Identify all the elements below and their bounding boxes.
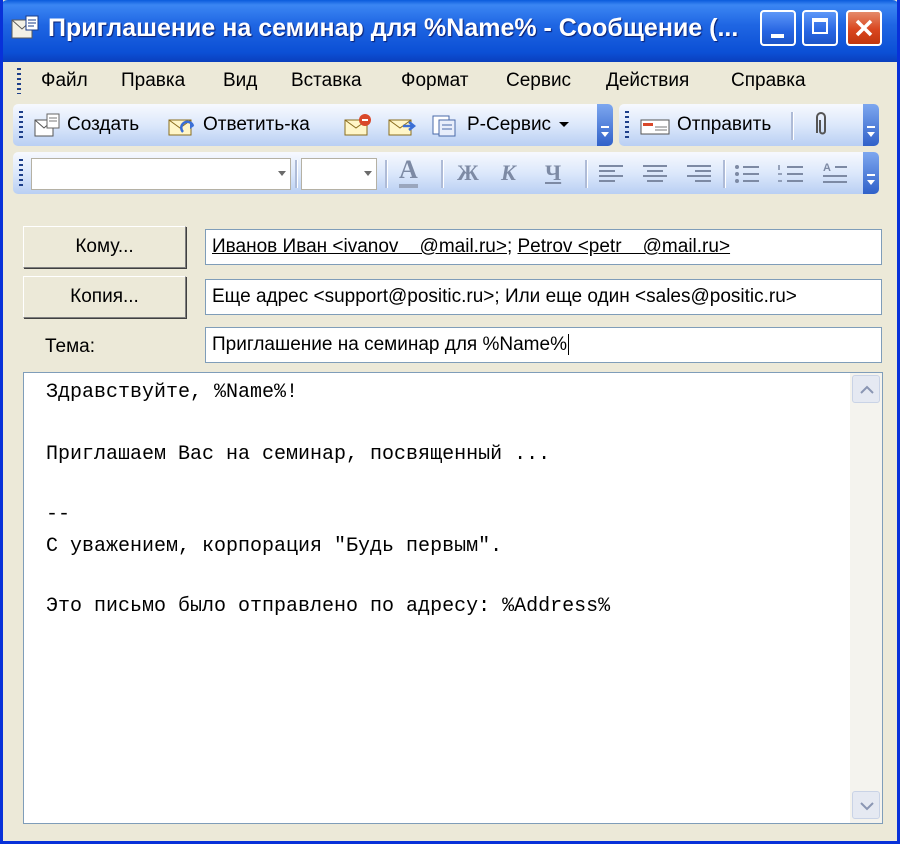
format-toolbar-chevron-icon[interactable] [863,152,879,194]
format-separator [385,160,388,188]
vertical-scrollbar[interactable] [850,373,882,823]
document-stack-icon [432,115,456,137]
message-body[interactable]: Здравствуйте, %Name%! Приглашаем Вас на … [23,372,883,824]
reply-envelope-icon [168,119,195,136]
cc-value: Еще адрес <support@positic.ru>; Или еще … [212,286,797,307]
dropdown-arrow-icon [559,122,570,127]
subject-value: Приглашение на семинар для %Name% [212,334,567,355]
paperclip-icon [816,112,826,135]
bullets-icon[interactable] [733,164,761,184]
bold-button[interactable]: Ж [457,160,479,186]
toolbar-options-chevron-icon[interactable] [597,104,613,146]
font-name-select[interactable] [31,158,291,190]
numbering-icon[interactable] [777,164,805,184]
svg-text:A: A [823,162,831,174]
font-size-arrow-icon [364,171,372,180]
subject-field[interactable]: Приглашение на семинар для %Name% [205,327,882,363]
format-separator [295,160,298,188]
menu-bar: Файл Правка Вид Вставка Формат Сервис Де… [3,62,897,100]
send-envelope-icon [640,119,670,135]
cc-button-label: Копия... [70,286,139,307]
reply-button-label: Ответить-ка [203,114,310,135]
body-line: Здравствуйте, %Name%! [46,381,299,404]
minimize-button[interactable] [760,10,796,46]
font-size-select[interactable] [301,158,377,190]
toolbar-separator [791,112,794,140]
font-name-arrow-icon [278,171,286,180]
menu-view[interactable]: Вид [223,70,257,92]
forward-button[interactable] [385,110,423,140]
standard-toolbar: Создать Ответить-ка Р-Сервис [13,104,613,146]
message-window: Приглашение на семинар для %Name% - Сооб… [0,0,900,844]
body-line: Это письмо было отправлено по адресу: %A… [46,595,611,618]
cc-field[interactable]: Еще адрес <support@positic.ru>; Или еще … [205,279,882,315]
format-separator [585,160,588,188]
menu-format[interactable]: Формат [401,70,469,92]
italic-button[interactable]: К [501,160,516,186]
body-line: С уважением, корпорация "Будь первым". [46,535,503,558]
reply-button[interactable]: Ответить-ка [165,110,310,140]
recipient-name[interactable]: Petrov <petr @mail.ru> [518,236,731,257]
align-center-icon[interactable] [641,164,669,184]
menu-insert[interactable]: Вставка [291,70,362,92]
title-bar[interactable]: Приглашение на семинар для %Name% - Сооб… [3,0,897,62]
toolbar-grip[interactable] [19,111,23,139]
font-color-icon[interactable]: A [399,156,418,188]
body-line: -- [46,503,71,526]
send-button-label: Отправить [677,114,772,135]
formatting-toolbar: A Ж К Ч A [13,152,879,194]
subject-label: Тема: [45,336,96,357]
menu-help[interactable]: Справка [731,70,806,92]
close-button[interactable] [846,10,882,46]
style-icon[interactable]: A [821,160,849,186]
menu-tools[interactable]: Сервис [506,70,571,92]
body-line: Приглашаем Вас на семинар, посвященный .… [46,443,551,466]
new-button-label: Создать [67,114,140,135]
menu-grip[interactable] [17,68,21,94]
format-separator [441,160,444,188]
maximize-button[interactable] [802,10,838,46]
recipient-name[interactable]: Иванов Иван <ivanov @mail.ru> [212,236,507,257]
menu-file[interactable]: Файл [41,70,88,92]
align-left-icon[interactable] [597,164,625,184]
to-button-label: Кому... [75,236,134,257]
message-window-icon [11,15,39,39]
forward-icon [388,119,417,136]
reply-all-button[interactable] [341,110,379,140]
menu-edit[interactable]: Правка [121,70,185,92]
scroll-down-arrow-icon [860,802,874,811]
scroll-up-arrow-icon [860,385,874,394]
reply-all-icon [344,114,371,136]
to-field[interactable]: Иванов Иван <ivanov @mail.ru>; Petrov <p… [205,229,882,265]
new-button[interactable]: Создать [33,110,139,140]
window-title: Приглашение на семинар для %Name% - Сооб… [48,14,739,42]
rservice-button-label: Р-Сервис [467,114,552,135]
underline-button[interactable]: Ч [545,160,561,186]
rservice-button[interactable]: Р-Сервис [429,110,575,140]
cc-button[interactable]: Копия... [23,276,186,318]
send-button[interactable]: Отправить [639,110,771,140]
attach-file-button[interactable] [809,110,837,140]
scroll-down-button[interactable] [852,791,880,819]
menu-actions[interactable]: Действия [606,70,689,92]
send-toolbar: Отправить [619,104,879,146]
align-right-icon[interactable] [685,164,713,184]
send-toolbar-chevron-icon[interactable] [863,104,879,146]
send-toolbar-grip[interactable] [625,111,629,139]
close-icon [855,19,873,37]
new-message-icon [34,113,60,137]
text-cursor [567,334,569,355]
format-separator [723,160,726,188]
to-button[interactable]: Кому... [23,226,186,268]
format-toolbar-grip[interactable] [19,159,23,187]
scroll-up-button[interactable] [852,375,880,403]
